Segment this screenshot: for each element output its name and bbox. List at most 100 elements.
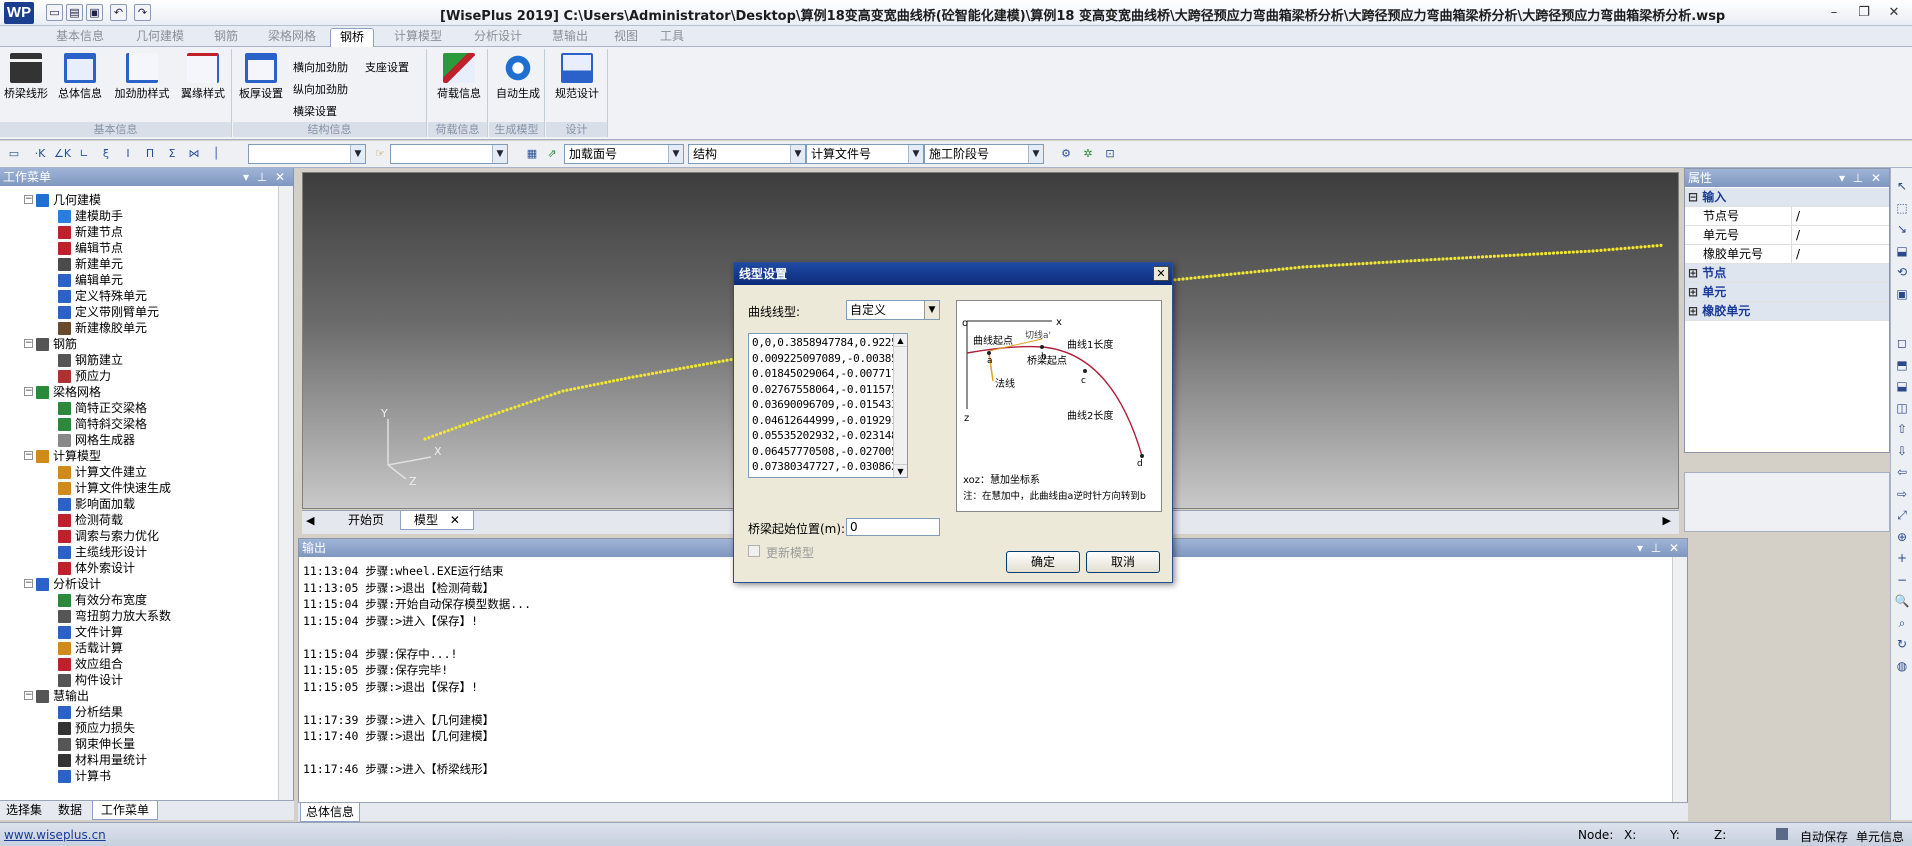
pan-down-icon[interactable]: ⇩ — [1894, 443, 1910, 459]
tree-item[interactable]: 新建单元 — [58, 256, 123, 272]
spring-icon[interactable]: ξ — [98, 146, 114, 162]
dropdown-icon[interactable]: ▾ — [1835, 169, 1849, 187]
settings-icon[interactable]: ⚙ — [1058, 146, 1074, 162]
curve-type-select[interactable]: 自定义 ▼ — [846, 300, 940, 320]
collapse-icon[interactable]: − — [24, 691, 33, 700]
dropdown-icon[interactable]: ▾ — [1633, 539, 1647, 557]
zoom-out-icon[interactable]: − — [1894, 572, 1910, 588]
scrollbar[interactable] — [1672, 557, 1687, 802]
lock-view-icon[interactable]: ▣ — [1894, 286, 1910, 302]
tree-item[interactable]: 检测荷载 — [58, 512, 123, 528]
tab-geometry[interactable]: 几何建模 — [124, 28, 196, 47]
load-surface-combo[interactable]: 加载面号 ▼ — [564, 144, 684, 164]
coordinate-row[interactable]: 0.06457770508,-0.0270058740500 — [752, 445, 907, 458]
tree-item[interactable]: 计算书 — [58, 768, 111, 784]
tree-item[interactable]: 编辑单元 — [58, 272, 123, 288]
cancel-button[interactable]: 取消 — [1086, 551, 1160, 573]
angle-k-icon[interactable]: ∠K — [54, 146, 71, 162]
pan-left-icon[interactable]: ⇦ — [1894, 464, 1910, 480]
view-iso-icon[interactable]: ◫ — [1894, 400, 1910, 416]
undo-icon[interactable]: ↶ — [110, 4, 127, 21]
tree-item[interactable]: 钢筋建立 — [58, 352, 123, 368]
selector-combo-1[interactable]: ▼ — [248, 144, 366, 164]
coordinate-row[interactable]: 0,0,0.3858947784,0.9225428012 — [752, 336, 907, 349]
code-design-button[interactable]: 规范设计 — [552, 49, 602, 101]
beam-tag-icon[interactable]: Σ — [164, 146, 180, 162]
close-icon[interactable]: ✕ — [1869, 169, 1883, 187]
tree-item[interactable]: 主缆线形设计 — [58, 544, 147, 560]
collapse-icon[interactable]: − — [24, 579, 33, 588]
zoom-in-icon[interactable]: + — [1894, 550, 1910, 566]
dropdown-icon[interactable]: ▾ — [239, 168, 253, 186]
property-value[interactable]: / — [1791, 245, 1800, 264]
tree-group[interactable]: − 几何建模 — [24, 192, 101, 208]
tree-item[interactable]: 定义带刚臂单元 — [58, 304, 159, 320]
load-toggle-icon[interactable]: ⇗ — [544, 146, 560, 162]
select-element-icon[interactable]: ⬓ — [1894, 243, 1910, 259]
tree-group[interactable]: − 梁格网格 — [24, 384, 101, 400]
collapse-icon[interactable]: − — [24, 451, 33, 460]
tree-item[interactable]: 调索与索力优化 — [58, 528, 159, 544]
website-link[interactable]: www.wiseplus.cn — [4, 828, 106, 842]
plate-thickness-button[interactable]: 板厚设置 — [237, 49, 285, 101]
close-button[interactable]: ✕ — [1880, 3, 1908, 22]
multi-gear-icon[interactable]: ✲ — [1080, 146, 1096, 162]
tab-basic-info[interactable]: 基本信息 — [44, 28, 116, 47]
tree-item[interactable]: 新建橡胶单元 — [58, 320, 147, 336]
scrollbar[interactable]: ▲ ▼ — [893, 334, 907, 477]
expand-icon[interactable]: ⊞ — [1688, 285, 1702, 299]
pointer-icon[interactable]: ☞ — [372, 146, 388, 162]
zoom-all-icon[interactable]: ⌕ — [1894, 615, 1910, 631]
tree-item[interactable]: 活载计算 — [58, 640, 123, 656]
dot-k-icon[interactable]: ·K — [32, 146, 48, 162]
property-group[interactable]: ⊟ 输入 — [1685, 188, 1889, 207]
tab-rebar[interactable]: 钢筋 — [202, 28, 250, 47]
rotate-icon[interactable]: ⟲ — [1894, 264, 1910, 280]
transverse-stiffener-button[interactable]: 横向加劲肋 — [293, 59, 348, 75]
pin-icon[interactable]: ⊥ — [255, 168, 269, 186]
tab-calc-model[interactable]: 计算模型 — [382, 28, 454, 47]
element-tag-icon[interactable]: I — [120, 146, 136, 162]
tree-item[interactable]: 影响面加载 — [58, 496, 135, 512]
tab-view[interactable]: 视图 — [606, 28, 646, 47]
property-group[interactable]: ⊞ 橡胶单元 — [1685, 302, 1889, 321]
general-info-button[interactable]: 总体信息 — [56, 49, 104, 101]
refresh-icon[interactable]: ↻ — [1894, 636, 1910, 652]
collapse-icon[interactable]: − — [24, 195, 33, 204]
tab-tools[interactable]: 工具 — [652, 28, 692, 47]
collapse-icon[interactable]: − — [24, 387, 33, 396]
tree-group[interactable]: − 慧输出 — [24, 688, 89, 704]
tree-item[interactable]: 分析结果 — [58, 704, 123, 720]
property-group[interactable]: ⊞ 单元 — [1685, 283, 1889, 302]
tab-steel-bridge[interactable]: 钢桥 — [330, 28, 374, 47]
bearing-settings-button[interactable]: 支座设置 — [365, 59, 409, 75]
property-value[interactable]: / — [1791, 226, 1800, 245]
property-group[interactable]: ⊞ 节点 — [1685, 264, 1889, 283]
load-info-button[interactable]: 荷载信息 — [432, 49, 486, 101]
coordinate-row[interactable]: 0.03690096709,-0.0154333117800 — [752, 398, 907, 411]
coordinate-row[interactable]: 0.009225097089,-0.003858673870 — [752, 352, 907, 365]
tab-analysis[interactable]: 分析设计 — [462, 28, 534, 47]
structure-combo[interactable]: 结构 ▼ — [688, 144, 806, 164]
lock-icon[interactable]: ⊡ — [1102, 146, 1118, 162]
pan-up-icon[interactable]: ⇧ — [1894, 421, 1910, 437]
section-tag-icon[interactable]: Π — [142, 146, 158, 162]
tree-item[interactable]: 简特正交梁格 — [58, 400, 147, 416]
tab-general-info[interactable]: 总体信息 — [300, 803, 360, 822]
new-file-icon[interactable]: ▭ — [46, 4, 63, 21]
coordinate-list[interactable]: 0,0,0.3858947784,0.9225428012 0.009225097… — [748, 333, 908, 478]
tree-group[interactable]: − 计算模型 — [24, 448, 101, 464]
tree-item[interactable]: 材料用量统计 — [58, 752, 147, 768]
selector-combo-2[interactable]: ▼ — [390, 144, 508, 164]
property-row[interactable]: 节点号 / — [1685, 207, 1889, 226]
coordinate-row[interactable]: 0.04612644999,-0.0192910631700 — [752, 414, 907, 427]
tree-item[interactable]: 新建节点 — [58, 224, 123, 240]
coordinate-row[interactable]: 0.05535202932,-0.0231485839300 — [752, 429, 907, 442]
close-icon[interactable]: ✕ — [1667, 539, 1681, 557]
tree-item[interactable]: 简特斜交梁格 — [58, 416, 147, 432]
tree-item[interactable]: 弯扭剪力放大系数 — [58, 608, 171, 624]
zoom-icon[interactable]: 🔍 — [1894, 593, 1910, 609]
coordinate-row[interactable]: 0.01845029064,-0.0077171171350 — [752, 367, 907, 380]
scrollbar[interactable] — [278, 186, 293, 800]
tab-model[interactable]: 模型 ✕ — [400, 511, 474, 530]
